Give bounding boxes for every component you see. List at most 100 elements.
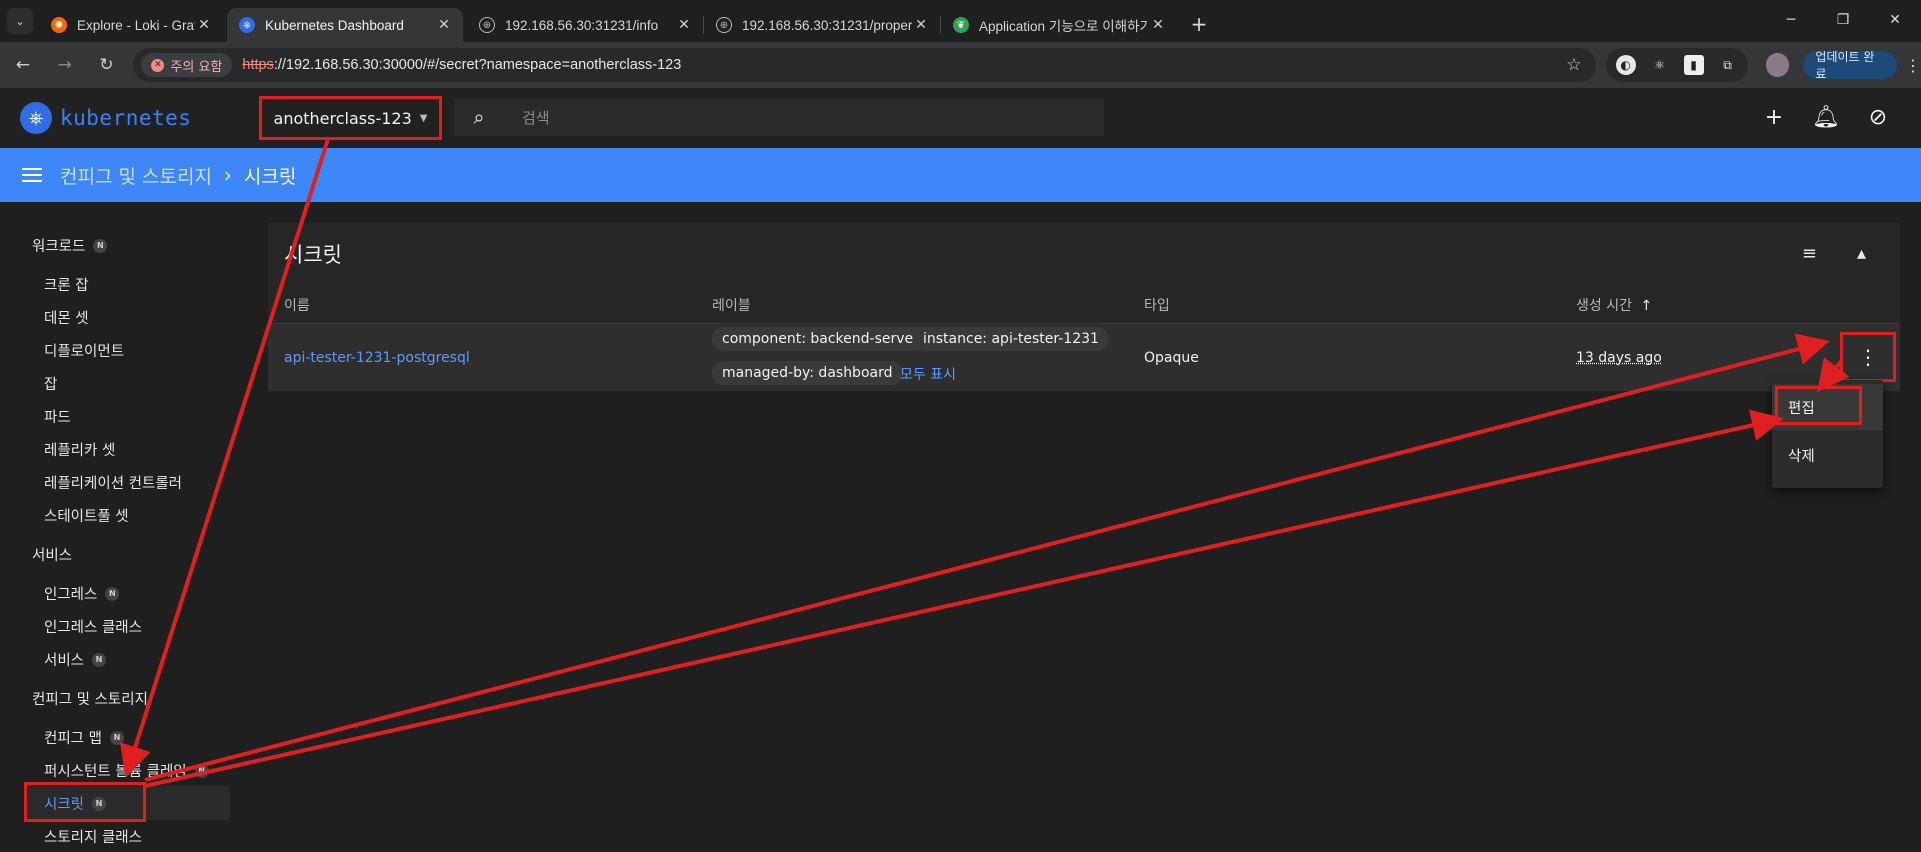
namespace-selector[interactable]: anotherclass-123 ▼ [259, 96, 442, 140]
browser-menu-icon[interactable]: ⋮ [1905, 56, 1921, 75]
close-icon[interactable]: ✕ [675, 17, 693, 33]
arrow-secrets-to-edit [144, 409, 1784, 788]
security-warning-chip[interactable]: ✕ 주의 요함 [141, 53, 233, 77]
card-actions: ≡ ▴ [1802, 243, 1866, 264]
sidebar-item-services[interactable]: 서비스 N [44, 649, 107, 670]
grafana-icon: ✺ [51, 17, 67, 33]
url-text[interactable]: https://192.168.56.30:30000/#/secret?nam… [242, 57, 1566, 73]
label-chip: managed-by: dashboard [712, 361, 903, 385]
sidebar-item-ingressclasses[interactable]: 인그레스 클래스 [44, 616, 142, 637]
sidebar-group-workloads[interactable]: 워크로드 N [32, 235, 108, 256]
sidebar-item-jobs[interactable]: 잡 [44, 373, 57, 394]
sidebar-item-configmaps[interactable]: 컨피그 맵 N [44, 727, 124, 748]
kubernetes-icon: ⎈ [239, 17, 255, 33]
arrow-secrets-to-row-menu [144, 333, 1830, 782]
namespace-value: anotherclass-123 [273, 108, 412, 128]
sidebar-item-label: 크론 잡 [44, 278, 89, 294]
profile-avatar[interactable] [1765, 53, 1790, 77]
react-extension-icon[interactable]: ⚛ [1650, 55, 1670, 75]
sidebar-item-pods[interactable]: 파드 [44, 406, 71, 427]
label-chip: instance: api-tester-1231 [913, 327, 1109, 351]
sidebar-item-pvcs[interactable]: 퍼시스턴트 볼륨 클레임 N [44, 760, 209, 781]
namespaced-badge: N [105, 586, 120, 601]
close-icon[interactable]: ✕ [912, 17, 930, 33]
tab-title: 192.168.56.30:31231/propertie [742, 17, 912, 33]
close-icon[interactable]: ✕ [195, 17, 213, 33]
tab-search-button[interactable]: ⌄ [7, 8, 33, 34]
tab-title: Application 기능으로 이해하기 [979, 19, 1149, 34]
breadcrumb-current: 시크릿 [243, 165, 297, 188]
sidebar-item-label: 디플로이먼트 [44, 344, 125, 360]
minimize-icon[interactable]: ─ [1765, 0, 1817, 42]
browser-tab[interactable]: ⊕ 192.168.56.30:31231/propertie ✕ [704, 8, 940, 42]
settings-off-icon[interactable]: ⊘ [1865, 104, 1891, 130]
sidebar-item-label: 데몬 셋 [44, 311, 89, 327]
show-all-labels-link[interactable]: 모두 표시 [900, 364, 956, 384]
sidebar-item-replicasets[interactable]: 레플리카 셋 [44, 439, 115, 460]
secret-age: 13 days ago [1576, 350, 1662, 366]
puzzle-icon[interactable]: ⧉ [1718, 55, 1738, 75]
namespaced-badge: N [92, 652, 107, 667]
restore-icon[interactable]: ❐ [1817, 0, 1869, 42]
sidebar-group-config-storage[interactable]: 컨피그 및 스토리지 [32, 688, 148, 709]
toolbar-actions: + 🔔︎ ⊘ [1761, 104, 1891, 130]
update-button[interactable]: 업데이트 완료 [1803, 50, 1897, 81]
reload-icon[interactable]: ↻ [92, 55, 122, 75]
sidebar-item-ingresses[interactable]: 인그레스 N [44, 583, 120, 604]
sidebar-group-label: 워크로드 [32, 239, 86, 255]
extension-icon[interactable]: ▮ [1683, 55, 1704, 75]
browser-tab-active[interactable]: ⎈ Kubernetes Dashboard ✕ [227, 8, 463, 42]
extension-icon[interactable]: ◐ [1615, 55, 1636, 75]
sidebar-item-cronjobs[interactable]: 크론 잡 [44, 274, 89, 295]
sidebar-item-deployments[interactable]: 디플로이먼트 [44, 340, 124, 361]
forward-icon[interactable]: → [50, 55, 80, 75]
window-close-icon[interactable]: ✕ [1869, 0, 1921, 42]
column-header-name[interactable]: 이름 [284, 295, 310, 315]
sidebar-item-label: 스테이트풀 셋 [44, 509, 129, 525]
sidebar-group-services[interactable]: 서비스 [32, 544, 72, 565]
tab-title: Kubernetes Dashboard [265, 17, 404, 33]
leaf-icon: ❦ [953, 17, 969, 33]
table-row: api-tester-1231-postgresql component: ba… [268, 323, 1900, 391]
address-bar[interactable]: ✕ 주의 요함 https://192.168.56.30:30000/#/se… [133, 48, 1596, 82]
hamburger-menu-icon[interactable] [22, 164, 42, 186]
logo-text: kubernetes [60, 106, 192, 130]
breadcrumb-parent[interactable]: 컨피그 및 스토리지 [60, 162, 212, 189]
search-placeholder: 검색 [522, 108, 550, 127]
filter-icon[interactable]: ≡ [1802, 243, 1817, 264]
browser-tab[interactable]: ❦ Application 기능으로 이해하기 ✕ [941, 8, 1177, 42]
sidebar-item-statefulsets[interactable]: 스테이트풀 셋 [44, 505, 129, 526]
label-chip: component: backend-server [712, 327, 929, 351]
new-tab-icon[interactable]: + [1185, 12, 1213, 36]
url-scheme: https [242, 57, 274, 73]
browser-tab[interactable]: ⊕ 192.168.56.30:31231/info ✕ [467, 8, 703, 42]
search-box[interactable]: ⌕ 검색 [454, 98, 1104, 136]
caret-down-icon: ▼ [419, 112, 428, 124]
sidebar-item-label: 인그레스 [44, 587, 98, 603]
tab-title: Explore - Loki - Grafana [77, 17, 195, 33]
annotation-highlight-box [1775, 386, 1862, 425]
namespaced-badge: N [93, 238, 108, 253]
search-icon: ⌕ [473, 105, 485, 129]
row-actions-menu-button[interactable]: ⋮ [1840, 332, 1896, 382]
sidebar-item-storageclasses[interactable]: 스토리지 클래스 [44, 826, 142, 847]
back-icon[interactable]: ← [8, 55, 38, 75]
sidebar-item-label: 파드 [44, 410, 71, 426]
close-icon[interactable]: ✕ [435, 17, 453, 33]
window-controls: ─ ❐ ✕ [1765, 0, 1921, 42]
bookmark-star-icon[interactable]: ☆ [1566, 55, 1581, 75]
column-header-type[interactable]: 타입 [1144, 295, 1170, 315]
column-header-created[interactable]: 생성 시간 ↑ [1576, 295, 1652, 315]
sidebar-item-daemonsets[interactable]: 데몬 셋 [44, 307, 89, 328]
menu-item-delete[interactable]: 삭제 [1772, 432, 1883, 478]
breadcrumb-bar: 컨피그 및 스토리지 › 시크릿 [0, 148, 1921, 202]
collapse-icon[interactable]: ▴ [1857, 243, 1866, 264]
browser-tab[interactable]: ✺ Explore - Loki - Grafana ✕ [39, 8, 223, 42]
secret-name-link[interactable]: api-tester-1231-postgresql [284, 350, 470, 366]
close-icon[interactable]: ✕ [1149, 17, 1167, 33]
kubernetes-logo[interactable]: ⎈ kubernetes [20, 102, 191, 134]
plus-icon[interactable]: + [1761, 104, 1787, 130]
bell-icon[interactable]: 🔔︎ [1812, 104, 1840, 130]
sidebar-item-replicationcontrollers[interactable]: 레플리케이션 컨트롤러 [44, 472, 182, 493]
extensions-area: ◐ ⚛ ▮ ⧉ [1605, 48, 1748, 82]
